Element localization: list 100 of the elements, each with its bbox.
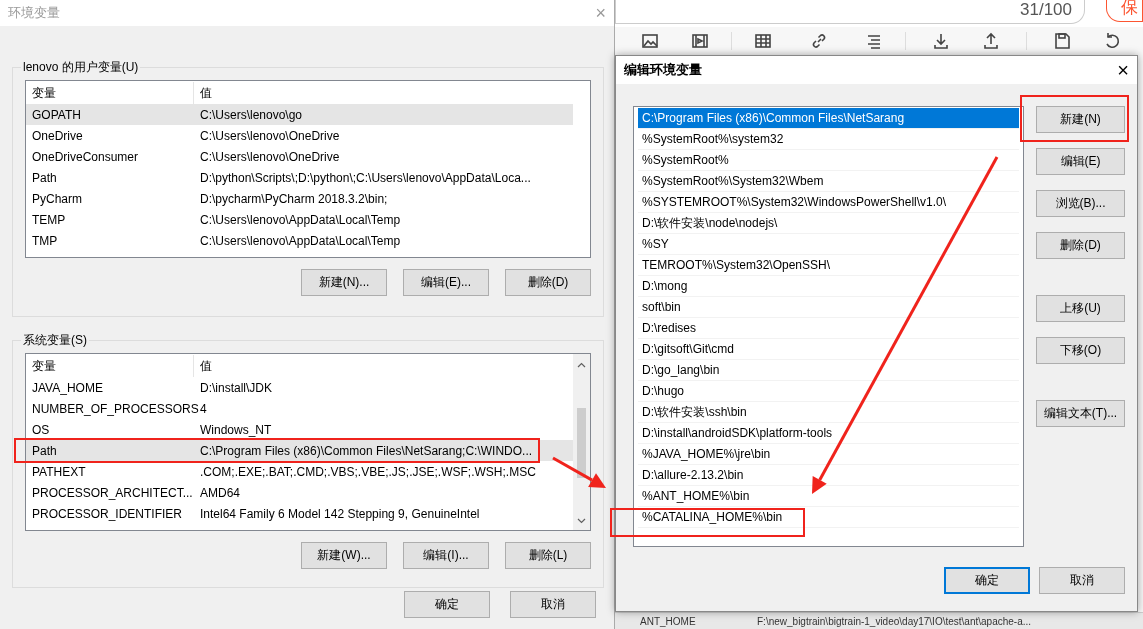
save-icon[interactable] bbox=[1053, 32, 1071, 50]
group-title: 系统变量(S) bbox=[22, 332, 88, 349]
list-item[interactable]: %CATALINA_HOME%\bin bbox=[638, 507, 1019, 528]
variable-name: PROCESSOR_IDENTIFIER bbox=[31, 506, 184, 521]
list-row[interactable]: Path D:\python\Scripts\;D:\python\;C:\Users\lenovo\AppData\Loca... bbox=[26, 167, 573, 188]
dialog-button[interactable]: 上移(U) bbox=[1036, 295, 1125, 322]
variable-value: C:\Users\lenovo\OneDrive bbox=[199, 149, 340, 164]
list-row[interactable]: PROCESSOR_ARCHITECT... AMD64 bbox=[26, 482, 573, 503]
dialog-button[interactable]: 确定 bbox=[404, 591, 490, 618]
variable-value: Intel64 Family 6 Model 142 Stepping 9, GenuineIntel bbox=[199, 506, 480, 521]
dialog-button[interactable]: 删除(D) bbox=[1036, 232, 1125, 259]
window-title: 环境变量 bbox=[8, 4, 60, 22]
variable-name: GOPATH bbox=[31, 107, 82, 122]
window-title: 编辑环境变量 bbox=[624, 61, 702, 79]
list-row[interactable]: TMP C:\Users\lenovo\AppData\Local\Temp bbox=[26, 230, 573, 251]
list-item[interactable]: D:\软件安装\node\nodejs\ bbox=[638, 213, 1019, 234]
scrollbar-thumb[interactable] bbox=[577, 408, 586, 478]
list-row[interactable]: NUMBER_OF_PROCESSORS4 bbox=[26, 398, 573, 419]
link-icon[interactable] bbox=[810, 32, 828, 50]
list-row[interactable]: PATHEXT .COM;.EXE;.BAT;.CMD;.VBS;.VBE;.JS;.JSE;.WSF;.WSH;.MSC bbox=[26, 461, 573, 482]
list-item[interactable]: C:\Program Files (x86)\Common Files\NetSarang bbox=[638, 108, 1019, 129]
character-counter: 31/100 bbox=[1020, 0, 1072, 20]
variable-name: Path bbox=[31, 443, 58, 458]
variable-name: OS bbox=[31, 422, 51, 437]
list-item[interactable]: D:\mong bbox=[638, 276, 1019, 297]
upload-icon[interactable] bbox=[982, 32, 1000, 50]
film-icon[interactable] bbox=[691, 32, 709, 50]
list-row[interactable]: TEMP C:\Users\lenovo\AppData\Local\Temp bbox=[26, 209, 573, 230]
list-item[interactable]: %JAVA_HOME%\jre\bin bbox=[638, 444, 1019, 465]
dialog-button[interactable]: 编辑(E) bbox=[1036, 148, 1125, 175]
variable-name: PATHEXT bbox=[31, 464, 87, 479]
list-item[interactable]: D:\gitsoft\Git\cmd bbox=[638, 339, 1019, 360]
variable-value: D:\python\Scripts\;D:\python\;C:\Users\lenovo\AppData\Loca... bbox=[199, 170, 531, 185]
table-cell-text: ANT_HOME bbox=[640, 616, 697, 627]
list-item[interactable]: %SystemRoot%\System32\Wbem bbox=[638, 171, 1019, 192]
close-button[interactable]: × bbox=[1117, 60, 1129, 80]
dialog-button[interactable]: 确定 bbox=[944, 567, 1030, 594]
variable-name: OneDriveConsumer bbox=[31, 149, 140, 164]
variable-name: TMP bbox=[31, 233, 59, 248]
variable-name: OneDrive bbox=[31, 128, 84, 143]
dialog-button[interactable]: 取消 bbox=[510, 591, 596, 618]
variable-name: PROCESSOR_ARCHITECT... bbox=[31, 485, 194, 500]
list-item[interactable]: %SY bbox=[638, 234, 1019, 255]
dialog-button[interactable]: 编辑(E)... bbox=[403, 269, 489, 296]
column-header[interactable]: 变量 bbox=[26, 355, 194, 377]
dialog-button[interactable]: 删除(L) bbox=[505, 542, 591, 569]
dialog-button[interactable]: 编辑(I)... bbox=[403, 542, 489, 569]
chevron-up-icon[interactable] bbox=[577, 362, 586, 368]
dialog-button[interactable]: 取消 bbox=[1039, 567, 1125, 594]
list-row[interactable]: OneDrive C:\Users\lenovo\OneDrive bbox=[26, 125, 573, 146]
list-row[interactable]: Path C:\Program Files (x86)\Common Files\NetSarang;C:\WINDO... bbox=[26, 440, 573, 461]
list-item[interactable]: D:\redises bbox=[638, 318, 1019, 339]
dialog-button[interactable]: 新建(N) bbox=[1036, 106, 1125, 133]
scrollbar[interactable] bbox=[573, 354, 590, 530]
variable-value: C:\Users\lenovo\OneDrive bbox=[199, 128, 340, 143]
variable-value: Windows_NT bbox=[199, 422, 272, 437]
list-row[interactable]: OS Windows_NT bbox=[26, 419, 573, 440]
dialog-button[interactable]: 编辑文本(T)... bbox=[1036, 400, 1125, 427]
dialog-button[interactable]: 新建(W)... bbox=[301, 542, 387, 569]
variable-name: PyCharm bbox=[31, 191, 83, 206]
list-item[interactable]: D:\hugo bbox=[638, 381, 1019, 402]
variable-name: JAVA_HOME bbox=[31, 380, 104, 395]
group-title: lenovo 的用户变量(U) bbox=[22, 59, 140, 76]
variable-value: AMD64 bbox=[199, 485, 240, 500]
dialog-button[interactable]: 删除(D) bbox=[505, 269, 591, 296]
list-item[interactable]: soft\bin bbox=[638, 297, 1019, 318]
list-item[interactable]: %SystemRoot% bbox=[638, 150, 1019, 171]
variable-value: D:\pycharm\PyCharm 2018.3.2\bin; bbox=[199, 191, 388, 206]
chevron-down-icon[interactable] bbox=[577, 518, 586, 524]
variable-value: C:\Program Files (x86)\Common Files\NetSarang;C:\WINDO... bbox=[199, 443, 533, 458]
list-icon[interactable] bbox=[865, 32, 883, 50]
list-row[interactable]: PROCESSOR_IDENTIFIER Intel64 Family 6 Model 142 Stepping 9, GenuineIntel bbox=[26, 503, 573, 524]
variable-value: C:\Users\lenovo\go bbox=[199, 107, 303, 122]
list-row[interactable]: GOPATH C:\Users\lenovo\go bbox=[26, 104, 573, 125]
table-icon[interactable] bbox=[754, 32, 772, 50]
list-row[interactable]: OneDriveConsumer C:\Users\lenovo\OneDrive bbox=[26, 146, 573, 167]
arrow bbox=[552, 456, 606, 488]
list-row[interactable]: JAVA_HOME D:\install\JDK bbox=[26, 377, 573, 398]
list-item[interactable]: D:\go_lang\bin bbox=[638, 360, 1019, 381]
variable-value: .COM;.EXE;.BAT;.CMD;.VBS;.VBE;.JS;.JSE;.WSF;.WSH;.MSC bbox=[199, 464, 536, 479]
list-item[interactable]: D:\软件安装\ssh\bin bbox=[638, 402, 1019, 423]
variable-name: Path bbox=[31, 170, 58, 185]
list-item[interactable]: TEMROOT%\System32\OpenSSH\ bbox=[638, 255, 1019, 276]
dialog-button[interactable]: 新建(N)... bbox=[301, 269, 387, 296]
variable-name: TEMP bbox=[31, 212, 67, 227]
list-row[interactable]: PyCharm D:\pycharm\PyCharm 2018.3.2\bin; bbox=[26, 188, 573, 209]
image-icon[interactable] bbox=[641, 32, 659, 50]
variable-value: 4 bbox=[199, 401, 207, 416]
download-icon[interactable] bbox=[932, 32, 950, 50]
list-item[interactable]: D:\install\androidSDK\platform-tools bbox=[638, 423, 1019, 444]
undo-icon[interactable] bbox=[1103, 32, 1121, 50]
column-header[interactable]: 值 bbox=[194, 82, 212, 104]
variable-value: C:\Users\lenovo\AppData\Local\Temp bbox=[199, 233, 401, 248]
column-header[interactable]: 值 bbox=[194, 355, 212, 377]
list-item[interactable]: %SystemRoot%\system32 bbox=[638, 129, 1019, 150]
variable-value: C:\Users\lenovo\AppData\Local\Temp bbox=[199, 212, 401, 227]
text-field[interactable]: 31/100 bbox=[615, 0, 1085, 24]
dialog-button[interactable]: 浏览(B)... bbox=[1036, 190, 1125, 217]
list-item[interactable]: %SYSTEMROOT%\System32\WindowsPowerShell\v1.0\ bbox=[638, 192, 1019, 213]
dialog-button[interactable]: 下移(O) bbox=[1036, 337, 1125, 364]
